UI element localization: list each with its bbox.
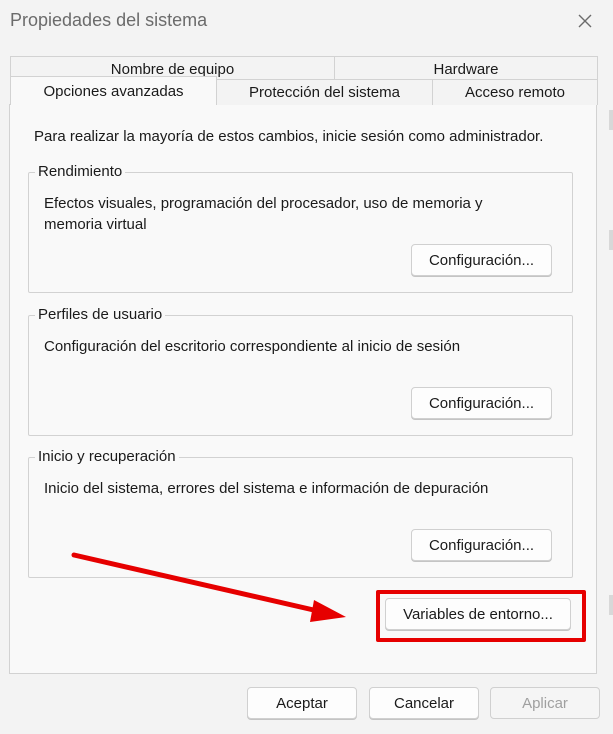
background-scrollbar-fragment	[609, 595, 613, 615]
tab-opciones-avanzadas[interactable]: Opciones avanzadas	[10, 76, 217, 105]
apply-button[interactable]: Aplicar	[490, 687, 600, 719]
background-scrollbar-fragment	[609, 110, 613, 130]
button-label: Aplicar	[522, 694, 568, 712]
tab-label: Acceso remoto	[464, 84, 566, 101]
tab-row-bottom: Opciones avanzadas Protección del sistem…	[10, 76, 598, 105]
tab-proteccion-sistema[interactable]: Protección del sistema	[216, 79, 433, 105]
cancel-button[interactable]: Cancelar	[369, 687, 479, 719]
tab-label: Opciones avanzadas	[43, 82, 184, 100]
background-scrollbar-fragment	[609, 230, 613, 250]
tab-acceso-remoto[interactable]: Acceso remoto	[432, 79, 598, 105]
button-label: Aceptar	[276, 694, 328, 712]
tab-label: Protección del sistema	[249, 84, 400, 101]
ok-button[interactable]: Aceptar	[247, 687, 357, 719]
button-label: Cancelar	[393, 694, 455, 712]
annotation-arrow-icon	[71, 552, 346, 622]
